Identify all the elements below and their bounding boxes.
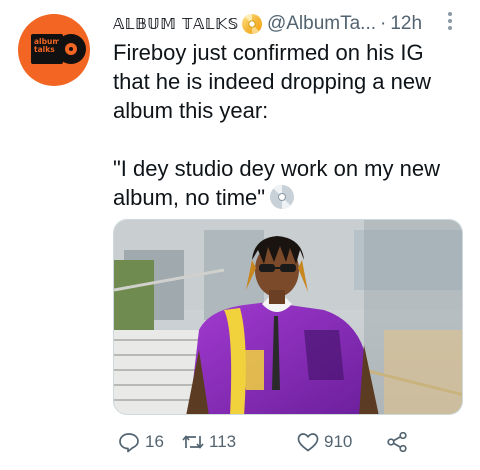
cd-icon	[241, 14, 262, 34]
retweet-count: 113	[209, 432, 237, 451]
tweet-quote: "I dey studio dey work on my new album, …	[113, 154, 463, 212]
timestamp[interactable]: 12h	[390, 13, 422, 35]
tweet-card: album talks 𝔸𝕃𝔹𝕌𝕄 𝕋𝔸𝕃𝕂𝕊 @AlbumTa... · 12…	[0, 0, 480, 470]
reply-icon	[119, 433, 139, 453]
avatar-logo-text: talks	[34, 45, 55, 54]
separator-dot: ·	[380, 13, 387, 34]
display-name[interactable]: 𝔸𝕃𝔹𝕌𝕄 𝕋𝔸𝕃𝕂𝕊	[113, 15, 239, 33]
tweet-text: Fireboy just confirmed on his IG that he…	[113, 38, 463, 212]
heart-icon	[297, 433, 319, 452]
share-button[interactable]	[385, 430, 409, 454]
avatar-disc-icon	[56, 34, 86, 64]
retweet-button[interactable]: 113	[181, 430, 236, 454]
tweet-photo[interactable]	[113, 219, 463, 415]
tweet-text-line: Fireboy just confirmed on his IG that he…	[113, 40, 432, 123]
user-handle[interactable]: @AlbumTa...	[267, 13, 376, 35]
reply-button[interactable]: 16	[117, 430, 164, 454]
like-count: 910	[324, 432, 353, 451]
more-options-icon[interactable]	[443, 8, 457, 34]
share-icon	[387, 431, 407, 453]
avatar[interactable]: album talks	[18, 14, 90, 86]
cd-icon	[270, 184, 295, 210]
reply-count: 16	[145, 432, 164, 451]
tweet-header: 𝔸𝕃𝔹𝕌𝕄 𝕋𝔸𝕃𝕂𝕊 @AlbumTa... · 12h	[113, 12, 422, 36]
photo-image	[114, 220, 462, 414]
like-button[interactable]: 910	[296, 430, 352, 454]
tweet-actions: 16 113 910	[113, 426, 443, 458]
retweet-icon	[182, 435, 204, 449]
